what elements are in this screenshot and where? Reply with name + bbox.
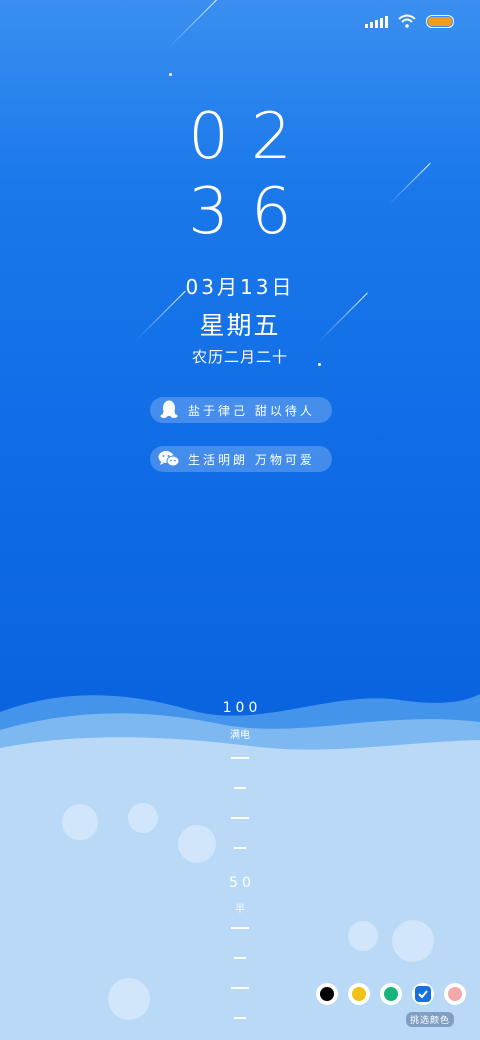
- color-swatch[interactable]: [348, 983, 370, 1005]
- color-swatch[interactable]: [380, 983, 402, 1005]
- color-swatch[interactable]: [412, 983, 434, 1005]
- scale-tick: [231, 987, 249, 989]
- bubble: [348, 921, 378, 951]
- color-swatch[interactable]: [316, 983, 338, 1005]
- scale-tick: [231, 927, 249, 929]
- bubble: [128, 803, 158, 833]
- clock-minute: 36: [188, 175, 314, 249]
- bubble: [392, 920, 434, 962]
- qq-motto-pill[interactable]: 盐于律己 甜以待人: [150, 397, 332, 423]
- scale-tick: [234, 787, 246, 789]
- color-swatch[interactable]: [444, 983, 466, 1005]
- qq-motto-text: 盐于律己 甜以待人: [188, 403, 315, 418]
- scale-tick: [234, 1017, 246, 1019]
- wechat-icon: [158, 448, 180, 470]
- scale-tick: [231, 817, 249, 819]
- swatch-fill: [320, 987, 334, 1001]
- weekday-text: 星期五: [199, 311, 281, 340]
- bubble: [62, 804, 98, 840]
- swatch-fill: [384, 987, 398, 1001]
- swatch-fill: [352, 987, 366, 1001]
- scale-tick: [234, 957, 246, 959]
- battery-half-label: 半: [235, 904, 245, 915]
- swatch-fill: [415, 986, 431, 1002]
- lunar-date: 农历二月二十: [191, 348, 288, 366]
- wechat-motto-pill[interactable]: 生活明朗 万物可爱: [150, 446, 332, 472]
- swatch-fill: [448, 987, 462, 1001]
- scale-tick: [234, 847, 246, 849]
- pick-color-label[interactable]: 挑选颜色: [406, 1012, 455, 1027]
- wifi-icon: [398, 14, 416, 28]
- battery-level-full: 100: [222, 700, 262, 716]
- bubble: [178, 825, 216, 863]
- bubble: [108, 978, 150, 1020]
- battery-icon: [426, 14, 454, 28]
- battery-fill: [428, 16, 452, 26]
- signal-icon: [365, 14, 388, 28]
- date-text: 03月13日: [185, 275, 295, 299]
- qq-icon: [158, 399, 180, 421]
- battery-level-half: 50: [229, 875, 255, 891]
- status-bar: [365, 12, 454, 30]
- check-icon: [418, 990, 428, 999]
- battery-full-label: 满电: [230, 730, 250, 741]
- star-dot: [169, 73, 172, 76]
- wechat-motto-text: 生活明朗 万物可爱: [188, 452, 315, 467]
- meteor-streak: [167, 0, 218, 50]
- scale-tick: [231, 757, 249, 759]
- color-swatches: [316, 983, 466, 1005]
- clock-hour: 02: [188, 100, 314, 174]
